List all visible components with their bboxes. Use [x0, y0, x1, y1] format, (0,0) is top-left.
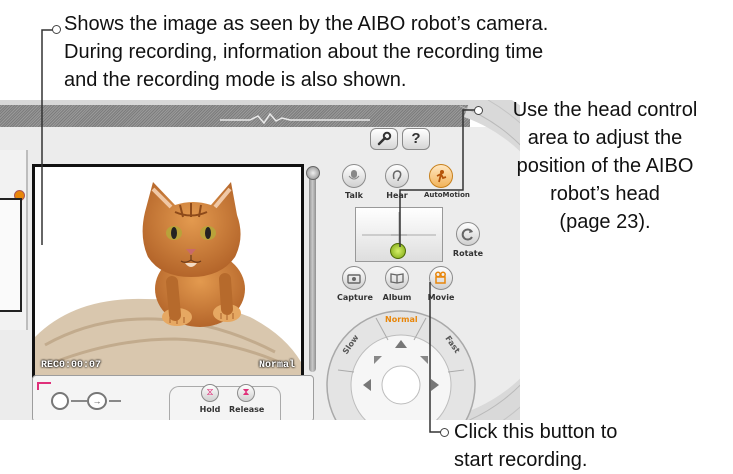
callout-line: and the recording mode is also shown. [64, 69, 407, 91]
callout-line: (page 23). [559, 211, 651, 233]
callout-line: During recording, information about the … [64, 41, 544, 63]
callout-line: position of the AIBO [516, 155, 694, 177]
callout-line: Use the head control [512, 99, 698, 121]
camera-view-callout: Shows the image as seen by the AIBO robo… [64, 10, 548, 94]
callout-line: Click this button to [454, 421, 618, 443]
callout-line: Shows the image as seen by the AIBO robo… [64, 13, 549, 35]
callout-line: robot’s head [550, 183, 660, 205]
callout-dot [474, 106, 483, 115]
head-control-callout: Use the head control area to adjust the … [486, 96, 724, 236]
callout-dot [440, 428, 449, 437]
callout-line: start recording. [454, 449, 588, 471]
callout-dot [52, 25, 61, 34]
callout-line: area to adjust the [527, 127, 683, 149]
record-button-callout: Click this button to start recording. [454, 418, 617, 474]
